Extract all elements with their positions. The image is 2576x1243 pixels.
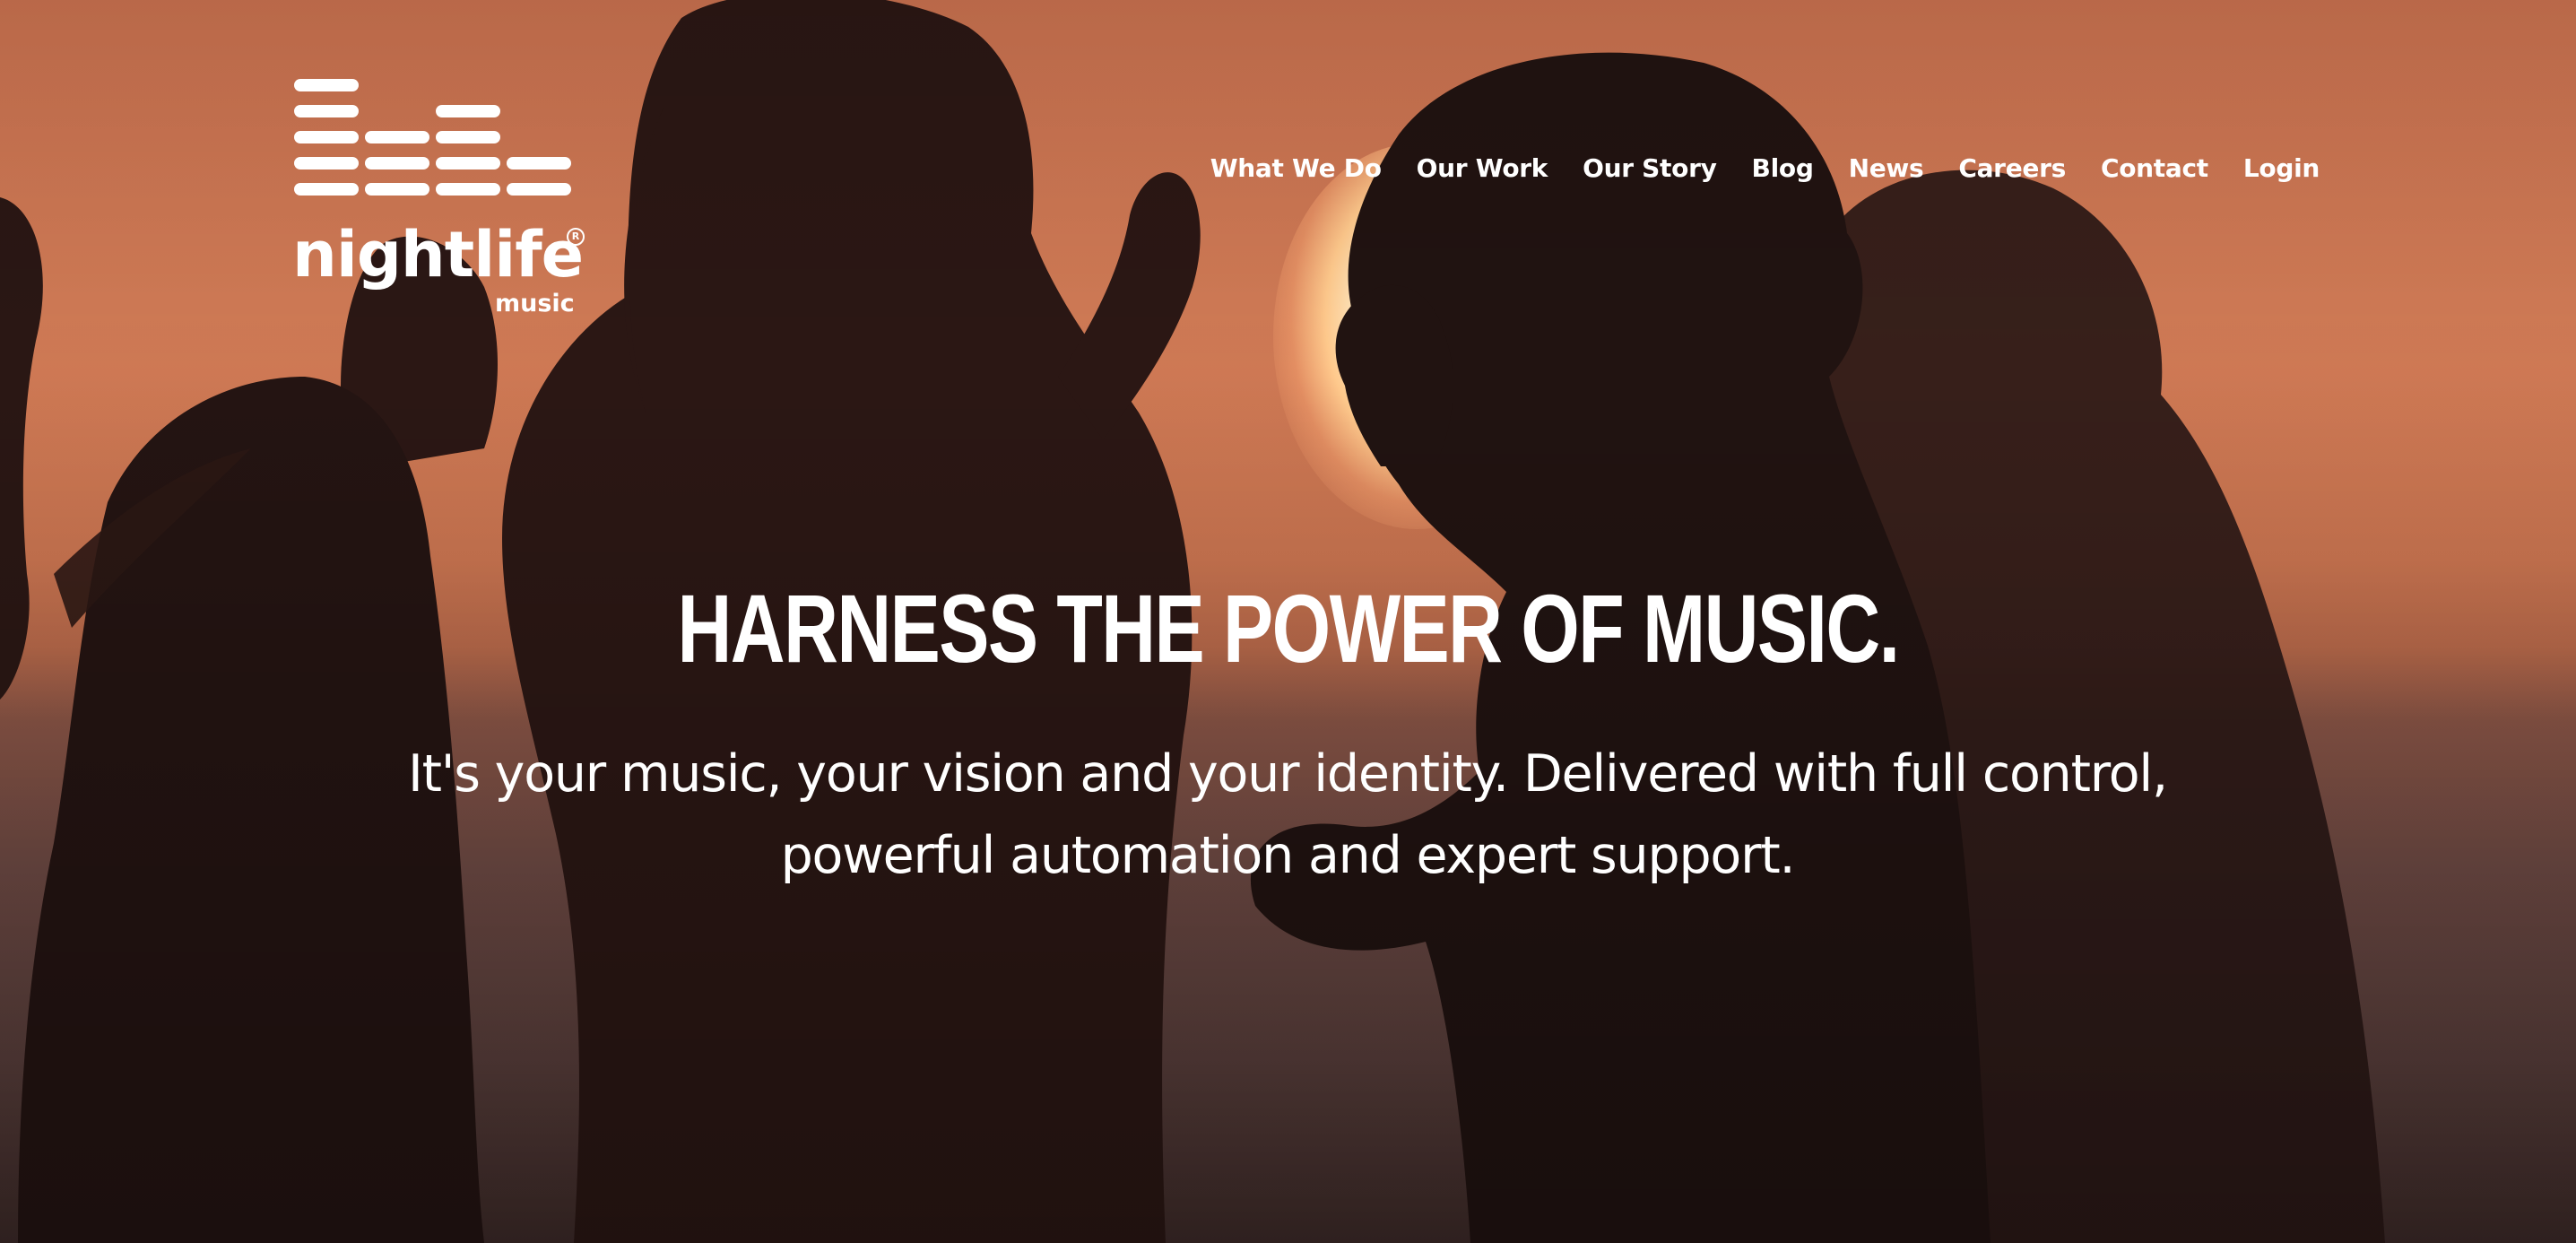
nav-news[interactable]: News [1849, 151, 1924, 187]
nav-contact[interactable]: Contact [2101, 151, 2208, 187]
main-navigation: What We Do Our Work Our Story Blog News … [1210, 151, 2320, 187]
logo-wordmark: nightlife [292, 218, 584, 291]
equalizer-bars-icon [292, 77, 579, 212]
hero-subtext: It's your music, your vision and your id… [408, 744, 2168, 885]
logo-subtitle: music [495, 290, 575, 317]
nightlife-music-logo[interactable]: nightlife R music [292, 77, 597, 328]
nav-what-we-do[interactable]: What We Do [1210, 151, 1382, 187]
hero-headline: HARNESS THE POWER OF MUSIC. [677, 574, 1901, 682]
nav-our-story[interactable]: Our Story [1583, 151, 1717, 187]
nav-blog[interactable]: Blog [1752, 151, 1814, 187]
nav-careers[interactable]: Careers [1958, 151, 2066, 187]
registered-trademark-icon: R [567, 228, 585, 246]
nav-our-work[interactable]: Our Work [1417, 151, 1548, 187]
nav-login[interactable]: Login [2243, 151, 2320, 187]
